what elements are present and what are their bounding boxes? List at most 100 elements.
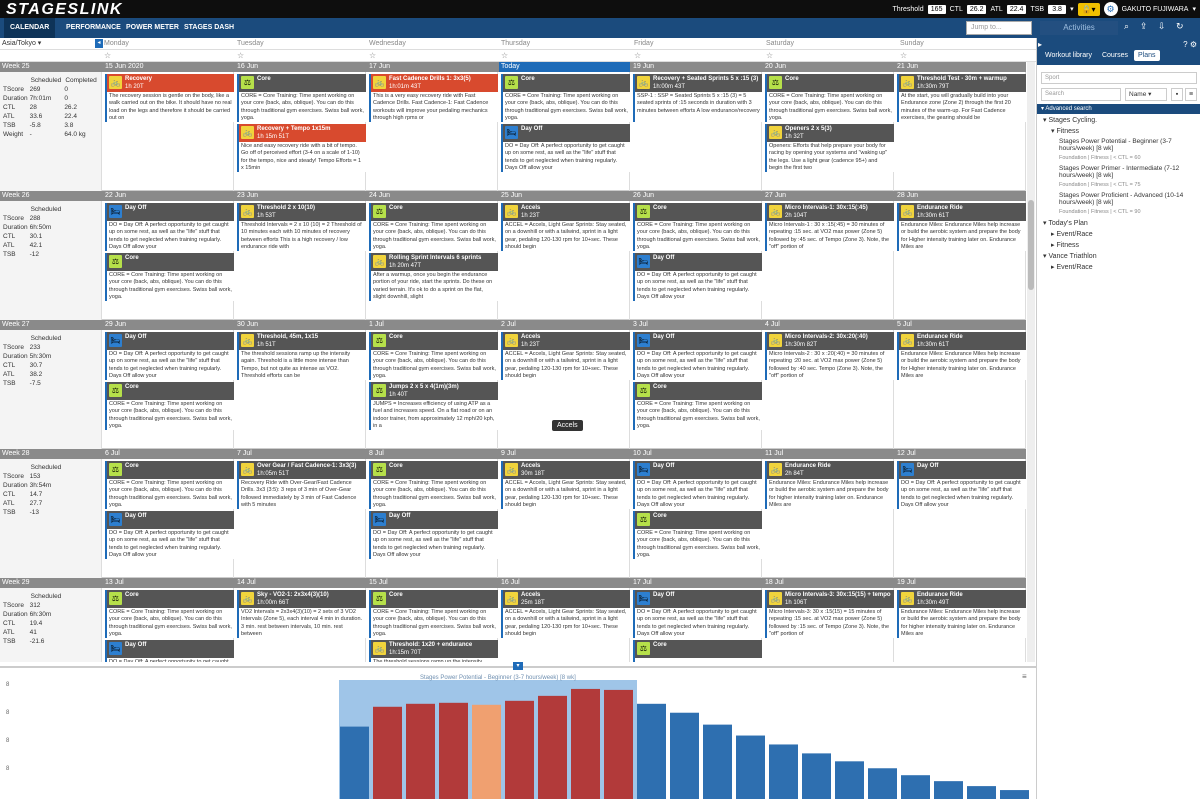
workout-card[interactable]: ⚖ Core CORE = Core Training: Time spent wo… [765,74,894,122]
collapse-right-icon[interactable]: ▸ [1038,40,1042,49]
day-cell[interactable]: 🚲 Threshold Test - 30m + warmup 1h:30m 79T… [895,72,1026,200]
workout-card[interactable]: ⚖ Core CORE = Core Training: Time spent wo… [105,253,234,301]
day-cell[interactable]: 🚲 Endurance Ride 1h:30m 49T Endurance Miles… [895,588,1026,662]
workout-card[interactable]: ⚖ Core CORE = Core Training: Time spent wo… [105,590,234,638]
workout-card[interactable]: ⚖ Core CORE = Core Training: Time spent wo… [105,382,234,430]
sport-filter-input[interactable]: Sport [1041,72,1197,84]
star-icon[interactable]: ☆ [634,51,641,60]
tree-item[interactable]: ▾ Today's Plan [1043,219,1088,227]
workout-card[interactable]: 🛏 Day Off DO = Day Off: A perfect opportun… [105,203,234,251]
workout-card[interactable]: 🚲 Sky - VO2-1: 2x3x4(3)(10) 1h:00m 66T VO2 … [237,590,366,638]
app-logo[interactable]: STAGESLINK [6,1,123,19]
workout-card[interactable]: 🛏 Day Off DO = Day Off: A perfect opportun… [501,124,630,172]
chart-menu-icon[interactable]: ≡ [1022,672,1027,681]
chart-bar[interactable] [703,724,732,799]
day-cell[interactable]: 🚲 Threshold 2 x 10(10) 1h 53T Threshold Int… [235,201,366,329]
tree-item[interactable]: ▾ Fitness [1051,127,1079,135]
day-cell[interactable]: 🚲 Accels 25m 18T ACCEL = Accels, Light Gear… [499,588,630,662]
workout-card[interactable]: 🛏 Day Off DO = Day Off: A perfect opportun… [633,253,762,301]
day-cell[interactable]: 🚲 Endurance Ride 2h 84T Endurance Miles: En… [763,459,894,587]
day-cell[interactable]: 🚲 Micro Intervals-2: 30x:20(:40) 1h:30m 82… [763,330,894,458]
day-cell[interactable]: 🛏 Day Off DO = Day Off: A perfect opportun… [631,459,762,587]
workout-card[interactable]: ⚖ Core CORE = Core Training: Time spent wo… [633,203,762,251]
chart-bar[interactable] [472,704,501,799]
workout-card[interactable]: 🛏 Day Off DO = Day Off: A perfect opportun… [105,511,234,559]
day-cell[interactable]: ⚖ Core CORE = Core Training: Time spent wo… [103,459,234,587]
tree-item[interactable]: ▾ Stages Cycling. [1043,116,1097,124]
workout-card[interactable]: ⚖ Core CORE = Core Training: Time spent wo… [633,511,762,559]
workout-card[interactable]: 🛏 Day Off DO = Day Off: A perfect opportun… [369,511,498,559]
threshold-value[interactable]: 165 [927,4,946,14]
workout-card[interactable]: 🛏 Day Off DO = Day Off: A perfect opportun… [897,461,1026,509]
workout-card[interactable]: ⚖ Core CORE = Core Training: Time spent wo… [633,382,762,430]
chart-bar[interactable] [538,695,567,799]
workout-card[interactable]: 🚲 Threshold Test - 30m + warmup 1h:30m 79T… [897,74,1026,122]
workout-card[interactable]: ⚖ Core CORE = Core Training: Time spent wo… [237,74,366,122]
day-cell[interactable]: 🛏 Day Off DO = Day Off: A perfect opportun… [631,330,762,458]
workout-card[interactable]: 🚲 Fast Cadence Drills 1: 3x3(5) 1h:01m 43T… [369,74,498,122]
tab-workout-library[interactable]: Workout library [1041,50,1096,61]
day-cell[interactable]: 🚲 Recovery + Seated Sprints 5 x :15 (3) 1h… [631,72,762,200]
workout-card[interactable]: 🚲 Rolling Sprint Intervals 6 sprints 1h 20… [369,253,498,301]
day-cell[interactable]: 🚲 Recovery 1h 20T The recovery session is g… [103,72,234,200]
day-cell[interactable]: ⚖ Core CORE = Core Training: Time spent wo… [367,459,498,587]
workout-card[interactable]: 🚲 Threshold, 45m, 1x15 1h 51T The threshold… [237,332,366,380]
help-icon[interactable]: ? ⚙ [1183,40,1197,49]
user-avatar-icon[interactable]: ⚙ [1103,2,1118,16]
calendar-scrollbar[interactable] [1027,62,1035,662]
day-cell[interactable]: 🚲 Endurance Ride 1h:30m 61T Endurance Miles… [895,201,1026,329]
workout-card[interactable]: 🚲 Threshold: 1x20 + endurance 1h:15m 70T Th… [369,640,498,662]
chart-bar[interactable] [604,689,633,799]
day-cell[interactable]: 🛏 Day Off DO = Day Off: A perfect opportun… [103,330,234,458]
workout-card[interactable]: 🚲 Threshold 2 x 10(10) 1h 53T Threshold Int… [237,203,366,251]
chart-bar[interactable] [571,688,600,799]
tree-item[interactable]: Stages Power Primer - Intermediate (7-12… [1059,165,1189,179]
chart-bar[interactable] [340,726,369,799]
day-cell[interactable]: ⚖ Core CORE = Core Training: Time spent wo… [499,72,630,200]
workout-card[interactable]: ⚖ Core CORE = Core Training: Time spent wo… [369,203,498,251]
day-cell[interactable]: ⚖ Core CORE = Core Training: Time spent wo… [763,72,894,200]
workout-card[interactable]: 🚲 Over Gear / Fast Cadence-1: 3x3(3) 1h:05… [237,461,366,509]
chart-bar[interactable] [967,786,996,799]
workout-card[interactable]: 🚲 Micro Intervals-3: 30x:15(15) + tempo 1h… [765,590,894,638]
user-menu-chevron-icon[interactable]: ▾ [1192,5,1196,13]
day-cell[interactable]: 🛏 Day Off DO = Day Off: A perfect opportun… [895,459,1026,587]
workout-card[interactable]: 🚲 Accels 1h 23T ACCEL = Accels, Light Gear … [501,203,630,251]
workout-card[interactable]: 🛏 Day Off DO = Day Off: A perfect opportun… [105,332,234,380]
tab-courses[interactable]: Courses [1098,50,1132,61]
tsb-dropdown-icon[interactable]: ▾ [1070,5,1074,13]
workout-card[interactable]: 🚲 Micro Intervals-2: 30x:20(:40) 1h:30m 82… [765,332,894,380]
advanced-search-toggle[interactable]: ▾ Advanced search [1037,104,1200,114]
workout-card[interactable]: ⚖ Core [633,640,762,662]
workout-card[interactable]: 🚲 Accels 1h 23T ACCEL = Accels, Light Gear … [501,332,630,380]
chart-bar[interactable] [670,712,699,799]
chart-bar[interactable] [439,702,468,799]
tree-item[interactable]: ▸ Fitness [1051,241,1079,249]
workout-card[interactable]: 🚲 Recovery 1h 20T The recovery session is g… [105,74,234,122]
tab-performance[interactable]: PERFORMANCE [60,18,127,38]
user-name[interactable]: GAKUTO FUJIWARA [1122,6,1189,13]
chart-toggle-icon[interactable]: ▾ [513,662,523,670]
tree-item[interactable]: ▸ Event/Race [1051,230,1093,238]
day-cell[interactable]: 🚲 Accels 1h 23T ACCEL = Accels, Light Gear … [499,201,630,329]
chart-bar[interactable] [736,735,765,799]
collapse-left-icon[interactable]: ◂ [95,39,103,48]
workout-card[interactable]: 🚲 Endurance Ride 1h:30m 61T Endurance Miles… [897,203,1026,251]
workout-card[interactable]: 🚲 Accels 30m 18T ACCEL = Accels, Light Gear… [501,461,630,509]
workout-card[interactable]: ⚖ Core CORE = Core Training: Time spent wo… [369,590,498,638]
day-cell[interactable]: ⚖ Core CORE = Core Training: Time spent wo… [103,588,234,662]
workout-card[interactable]: ⚖ Core CORE = Core Training: Time spent wo… [105,461,234,509]
search-icon[interactable]: ⌕ [1124,21,1129,32]
calendar-scrollbar-thumb[interactable] [1028,200,1034,290]
chart-bar[interactable] [637,703,666,799]
plan-search-input[interactable]: Search [1041,88,1121,101]
chart-bar[interactable] [868,768,897,799]
star-icon[interactable]: ☆ [369,51,376,60]
day-cell[interactable]: ⚖ Core CORE = Core Training: Time spent wo… [367,588,498,662]
workout-card[interactable]: 🚲 Endurance Ride 2h 84T Endurance Miles: En… [765,461,894,509]
day-cell[interactable]: ⚖ Core CORE = Core Training: Time spent wo… [235,72,366,200]
day-cell[interactable]: 🛏 Day Off DO = Day Off: A perfect opportun… [103,201,234,329]
workout-card[interactable]: ⚖ Core CORE = Core Training: Time spent wo… [369,332,498,380]
star-icon[interactable]: ☆ [501,51,508,60]
workout-card[interactable]: 🚲 Micro Intervals-1: 30x:15(:45) 2h 104T Mi… [765,203,894,251]
